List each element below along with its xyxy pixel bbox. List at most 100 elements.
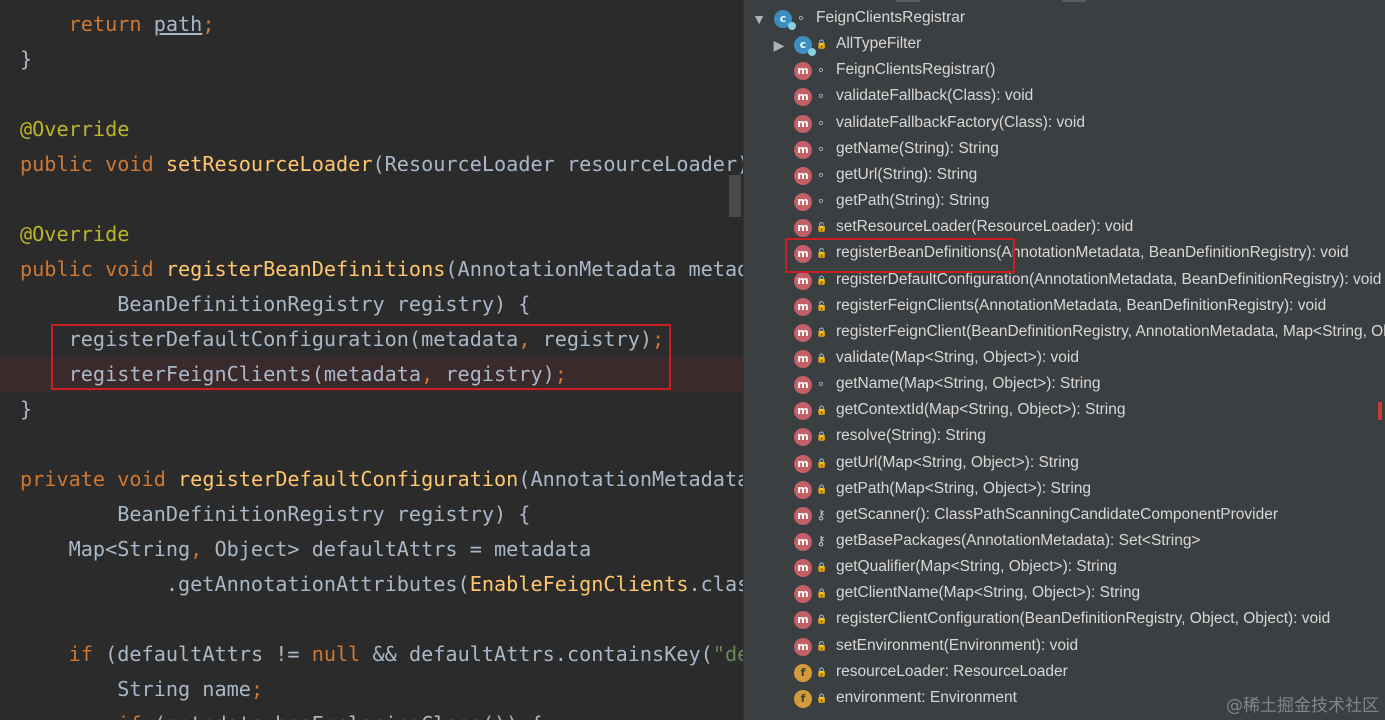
code-token: (AnnotationMetadata metada: [445, 257, 743, 281]
code-line[interactable]: BeanDefinitionRegistry registry) {: [0, 497, 743, 532]
structure-item[interactable]: m ∘ getName(Map<String, Object>): String: [744, 372, 1385, 398]
structure-item-label: registerFeignClients(AnnotationMetadata,…: [836, 296, 1327, 314]
structure-item-label: getPath(Map<String, Object>): String: [836, 479, 1092, 497]
method-icon: m: [794, 480, 812, 499]
structure-item-label: getName(String): String: [836, 139, 999, 157]
structure-item[interactable]: ▼ c ∘ FeignClientsRegistrar: [744, 6, 1385, 32]
structure-item[interactable]: m 🔓 registerFeignClients(AnnotationMetadat…: [744, 294, 1385, 320]
structure-item[interactable]: m ∘ validateFallback(Class): void: [744, 84, 1385, 110]
class-icon: c: [774, 10, 796, 30]
private-lock-icon: 🔒: [816, 693, 828, 704]
code-token: && defaultAttrs.containsKey(: [372, 642, 713, 666]
code-line[interactable]: BeanDefinitionRegistry registry) {: [0, 287, 743, 322]
code-token: registerBeanDefinitions: [165, 257, 446, 281]
protected-key-icon: ⚷: [816, 534, 826, 549]
structure-panel[interactable]: ▼ c ∘ FeignClientsRegistrar ▶ c 🔒 AllTypeFilter…: [743, 0, 1385, 720]
structure-item-label: validateFallbackFactory(Class): void: [836, 113, 1085, 131]
method-icon: m: [794, 140, 812, 159]
code-token: }: [20, 47, 33, 71]
code-line[interactable]: if (defaultAttrs != null && defaultAttrs…: [0, 637, 743, 672]
structure-item[interactable]: m 🔒 registerFeignClient(BeanDefinitionRegi…: [744, 320, 1385, 346]
structure-item[interactable]: m ∘ getPath(String): String: [744, 189, 1385, 215]
code-token: @Override: [20, 117, 130, 141]
structure-item[interactable]: m 🔒 getQualifier(Map<String, Object>): Str…: [744, 555, 1385, 581]
structure-item-label: getScanner(): ClassPathScanningCandidate…: [836, 505, 1279, 523]
private-lock-icon: 🔒: [816, 458, 828, 469]
field-icon: f: [794, 689, 812, 708]
code-line[interactable]: if (metadata.hasEnclosingClass()) {: [0, 707, 743, 720]
method-icon: m: [794, 637, 812, 656]
error-stripe-marker[interactable]: [1378, 402, 1382, 420]
method-icon: m: [794, 349, 812, 368]
structure-item[interactable]: m 🔒 getPath(Map<String, Object>): String: [744, 477, 1385, 503]
package-private-dot-icon: ∘: [816, 63, 826, 79]
private-lock-icon: 🔒: [816, 40, 828, 51]
code-line[interactable]: public void registerBeanDefinitions(Anno…: [0, 252, 743, 287]
method-icon: m: [794, 506, 812, 525]
code-token: null: [311, 642, 373, 666]
code-token: .class: [688, 572, 743, 596]
structure-item[interactable]: m ⚷ getBasePackages(AnnotationMetadata): S…: [744, 529, 1385, 555]
structure-item[interactable]: m ∘ validateFallbackFactory(Class): void: [744, 111, 1385, 137]
code-editor[interactable]: return path;} @Override public void setRes…: [0, 0, 743, 720]
expand-arrow-icon[interactable]: ▶: [772, 37, 786, 54]
structure-item[interactable]: ▶ c 🔒 AllTypeFilter: [744, 32, 1385, 58]
private-lock-icon: 🔒: [816, 327, 828, 338]
private-lock-icon: 🔒: [816, 667, 828, 678]
structure-item[interactable]: m 🔒 getUrl(Map<String, Object>): String: [744, 451, 1385, 477]
package-private-dot-icon: ∘: [796, 11, 806, 26]
code-line[interactable]: public void setResourceLoader(ResourceLo…: [0, 147, 743, 182]
watermark: @稀土掘金技术社区: [1226, 696, 1379, 716]
structure-item[interactable]: m 🔒 getContextId(Map<String, Object>): Str…: [744, 398, 1385, 424]
structure-item[interactable]: m 🔒 resolve(String): String: [744, 424, 1385, 450]
method-icon: m: [794, 376, 812, 395]
private-lock-icon: 🔒: [816, 615, 828, 626]
structure-item[interactable]: m ∘ getName(String): String: [744, 137, 1385, 163]
code-token: .getAnnotationAttributes(: [20, 572, 470, 596]
code-line[interactable]: return path;: [0, 7, 743, 42]
private-lock-icon: 🔒: [816, 406, 828, 417]
structure-item[interactable]: m 🔒 getClientName(Map<String, Object>): St…: [744, 581, 1385, 607]
collapse-arrow-icon[interactable]: ▼: [752, 11, 766, 27]
structure-item-label: getName(Map<String, Object>): String: [836, 375, 1101, 393]
structure-item[interactable]: f 🔒 resourceLoader: ResourceLoader: [744, 660, 1385, 686]
package-private-dot-icon: ∘: [816, 115, 826, 131]
structure-item[interactable]: m 🔒 validate(Map<String, Object>): void: [744, 346, 1385, 372]
code-token: "def: [712, 642, 743, 666]
structure-item[interactable]: m ∘ FeignClientsRegistrar(): [744, 58, 1385, 84]
method-icon: m: [794, 402, 812, 421]
method-icon: m: [794, 114, 812, 133]
structure-item-label: AllTypeFilter: [836, 35, 922, 53]
structure-item-label: setResourceLoader(ResourceLoader): void: [836, 218, 1134, 236]
code-token: (metadata.hasEnclosingClass()) {: [154, 712, 543, 720]
structure-item[interactable]: m 🔒 registerClientConfiguration(BeanDefini…: [744, 607, 1385, 633]
package-private-dot-icon: ∘: [816, 89, 826, 105]
method-icon: m: [794, 428, 812, 447]
code-line[interactable]: [0, 182, 743, 217]
code-line[interactable]: [0, 427, 743, 462]
code-token: Object> defaultAttrs = metadata: [214, 537, 592, 561]
method-icon: m: [794, 323, 812, 342]
structure-item[interactable]: m ⚷ getScanner(): ClassPathScanningCandida…: [744, 503, 1385, 529]
code-line[interactable]: Map<String, Object> defaultAttrs = metad…: [0, 532, 743, 567]
method-icon: m: [794, 166, 812, 185]
class-icon: c: [794, 36, 816, 57]
code-line[interactable]: @Override: [0, 112, 743, 147]
code-token: ;: [250, 677, 264, 701]
code-line[interactable]: .getAnnotationAttributes(EnableFeignClie…: [0, 567, 743, 602]
code-line[interactable]: [0, 77, 743, 112]
scrollbar-thumb[interactable]: [729, 175, 741, 217]
code-line[interactable]: String name;: [0, 672, 743, 707]
code-line[interactable]: private void registerDefaultConfiguratio…: [0, 462, 743, 497]
code-line[interactable]: }: [0, 392, 743, 427]
structure-item-label: registerDefaultConfiguration(AnnotationM…: [836, 270, 1382, 288]
structure-item[interactable]: m ∘ getUrl(String): String: [744, 163, 1385, 189]
code-line[interactable]: }: [0, 42, 743, 77]
code-line[interactable]: [0, 602, 743, 637]
code-line[interactable]: @Override: [0, 217, 743, 252]
structure-item[interactable]: m 🔓 setEnvironment(Environment): void: [744, 634, 1385, 660]
package-private-dot-icon: ∘: [816, 141, 826, 157]
